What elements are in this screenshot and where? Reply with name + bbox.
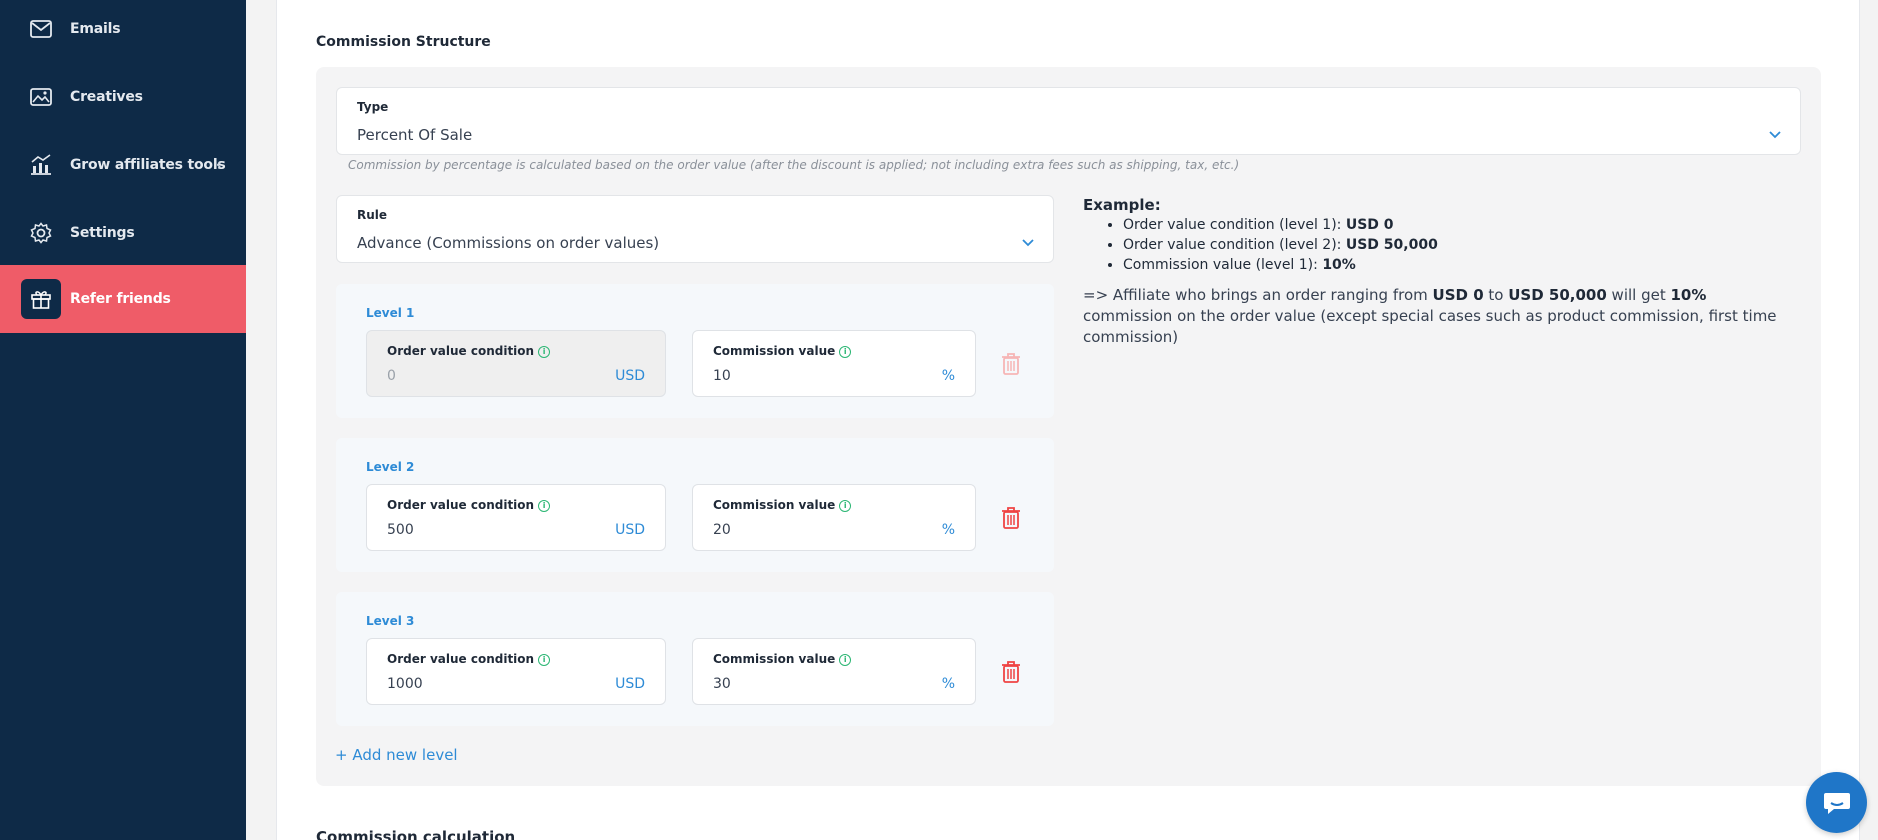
- gift-icon: [21, 279, 61, 319]
- commission-value-input[interactable]: 20: [713, 522, 731, 538]
- commission-value-input[interactable]: 30: [713, 676, 731, 692]
- add-level-button[interactable]: + Add new level: [335, 746, 458, 764]
- type-value: Percent Of Sale: [357, 126, 473, 144]
- gear-icon: [28, 220, 54, 246]
- order-value-field: Order value condition i 0 USD: [366, 330, 666, 397]
- sidebar-item-label: Refer friends: [70, 291, 171, 307]
- info-icon[interactable]: i: [538, 346, 551, 358]
- commission-value-unit: %: [941, 676, 955, 692]
- example-list: Order value condition (level 1): USD 0 O…: [1123, 215, 1783, 275]
- trash-icon: [1002, 353, 1020, 375]
- level-title: Level 1: [366, 306, 415, 320]
- order-value-input[interactable]: 500: [387, 522, 414, 538]
- type-label: Type: [357, 100, 389, 114]
- list-item: Order value condition (level 2): USD 50,…: [1123, 235, 1783, 255]
- level-card: Level 3 Order value condition i 1000 USD …: [336, 592, 1054, 726]
- list-item: Commission value (level 1): 10%: [1123, 255, 1783, 275]
- commission-value-unit: %: [941, 522, 955, 538]
- type-select[interactable]: Type Percent Of Sale: [336, 87, 1801, 155]
- trash-icon[interactable]: [1000, 660, 1022, 684]
- sidebar-item-emails[interactable]: Emails: [0, 0, 246, 63]
- sidebar-item-label: Grow affiliates tools: [70, 157, 226, 173]
- order-value-input[interactable]: 1000: [387, 676, 423, 692]
- commission-value-field[interactable]: Commission value i 20 %: [692, 484, 976, 551]
- sidebar-item-label: Creatives: [70, 89, 143, 105]
- info-icon[interactable]: i: [839, 654, 852, 666]
- type-hint: Commission by percentage is calculated b…: [348, 158, 1240, 172]
- info-icon[interactable]: i: [839, 346, 852, 358]
- mail-icon: [28, 16, 54, 42]
- order-value-input: 0: [387, 368, 396, 384]
- chevron-left-icon[interactable]: ‹: [216, 157, 222, 173]
- order-value-label: Order value condition: [387, 344, 535, 358]
- trash-icon[interactable]: [1000, 506, 1022, 530]
- order-value-field[interactable]: Order value condition i 500 USD: [366, 484, 666, 551]
- chat-bubble-icon: [1823, 792, 1850, 814]
- chevron-down-icon: [1022, 239, 1034, 247]
- info-icon[interactable]: i: [538, 500, 551, 512]
- example-title: Example:: [1083, 196, 1161, 214]
- chart-icon: [28, 152, 54, 178]
- list-item: Order value condition (level 1): USD 0: [1123, 215, 1783, 235]
- example-panel: Example: Order value condition (level 1)…: [1083, 195, 1783, 348]
- rule-select[interactable]: Rule Advance (Commissions on order value…: [336, 195, 1054, 263]
- info-icon[interactable]: i: [538, 654, 551, 666]
- level-title: Level 3: [366, 614, 415, 628]
- image-icon: [28, 84, 54, 110]
- sidebar-item-grow-affiliates-tools[interactable]: Grow affiliates tools ‹: [0, 131, 246, 199]
- chat-button[interactable]: [1806, 772, 1867, 833]
- sidebar-item-label: Emails: [70, 21, 121, 37]
- level-card: Level 1 Order value condition i 0 USD Com…: [336, 284, 1054, 418]
- example-note: => Affiliate who brings an order ranging…: [1083, 286, 1777, 346]
- commission-value-input[interactable]: 10: [713, 368, 731, 384]
- commission-value-label: Commission value: [713, 344, 836, 358]
- sidebar-item-settings[interactable]: Settings: [0, 199, 246, 267]
- level-title: Level 2: [366, 460, 415, 474]
- order-value-label: Order value condition: [387, 652, 535, 666]
- commission-value-label: Commission value: [713, 498, 836, 512]
- section-title: Commission Structure: [316, 34, 491, 50]
- order-value-field[interactable]: Order value condition i 1000 USD: [366, 638, 666, 705]
- level-card: Level 2 Order value condition i 500 USD C…: [336, 438, 1054, 572]
- rule-value: Advance (Commissions on order values): [357, 234, 660, 252]
- commission-value-field[interactable]: Commission value i 10 %: [692, 330, 976, 397]
- commission-calculation-title: Commission calculation: [316, 828, 516, 840]
- order-value-unit: USD: [615, 676, 645, 692]
- sidebar-item-refer-friends[interactable]: Refer friends: [0, 265, 246, 333]
- commission-value-unit: %: [941, 368, 955, 384]
- sidebar: Emails Creatives Grow affiliates tools ‹…: [0, 0, 246, 840]
- sidebar-item-label: Settings: [70, 225, 135, 241]
- info-icon[interactable]: i: [839, 500, 852, 512]
- order-value-unit: USD: [615, 368, 645, 384]
- sidebar-item-creatives[interactable]: Creatives: [0, 63, 246, 131]
- order-value-unit: USD: [615, 522, 645, 538]
- commission-value-field[interactable]: Commission value i 30 %: [692, 638, 976, 705]
- commission-value-label: Commission value: [713, 652, 836, 666]
- chevron-down-icon: [1769, 131, 1781, 139]
- rule-label: Rule: [357, 208, 388, 222]
- order-value-label: Order value condition: [387, 498, 535, 512]
